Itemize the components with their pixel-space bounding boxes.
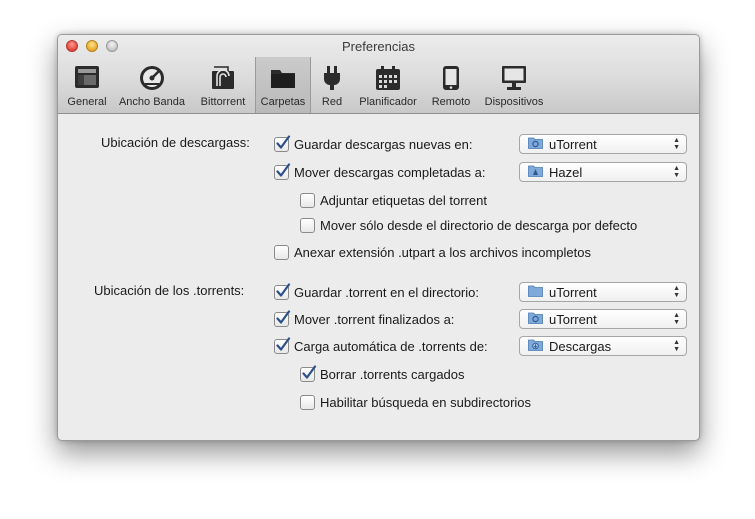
save-new-downloads-checkbox[interactable] xyxy=(274,134,291,152)
popup-arrows-icon: ▲ ▼ xyxy=(673,339,680,353)
tab-label: Dispositivos xyxy=(484,96,544,108)
move-finished-option: Mover .torrent finalizados a: xyxy=(274,309,455,328)
tab-dispositivos[interactable]: Dispositivos xyxy=(479,57,549,113)
folder-icon xyxy=(270,65,296,92)
subdir-search-option: Habilitar búsqueda en subdirectorios xyxy=(300,393,531,411)
popup-value: uTorrent xyxy=(549,136,597,152)
title-bar: Preferencias General Ancho Banda Bittorr… xyxy=(58,35,699,114)
delete-loaded-text: Borrar .torrents cargados xyxy=(320,366,465,382)
tab-planificador[interactable]: Planificador xyxy=(353,57,423,113)
tab-label: Red xyxy=(321,96,343,108)
tab-bittorrent[interactable]: Bittorrent xyxy=(193,57,253,113)
append-extension-option: Anexar extensión .utpart a los archivos … xyxy=(274,243,591,261)
popup-value: uTorrent xyxy=(549,311,597,327)
popup-value: uTorrent xyxy=(549,284,597,300)
append-extension-text: Anexar extensión .utpart a los archivos … xyxy=(294,244,591,260)
folders-pane: Ubicación de descargass: Guardar descarg… xyxy=(58,114,699,440)
torrents-location-label: Ubicación de los .torrents: xyxy=(94,283,245,298)
move-completed-option: Mover descargas completadas a: xyxy=(274,162,486,181)
save-new-downloads-popup[interactable]: uTorrent ▲ ▼ xyxy=(519,134,687,154)
autoload-popup[interactable]: Descargas ▲ ▼ xyxy=(519,336,687,356)
save-torrent-popup[interactable]: uTorrent ▲ ▼ xyxy=(519,282,687,302)
downloads-folder-icon xyxy=(528,338,543,354)
tab-label: Planificador xyxy=(359,96,417,108)
tab-label: Remoto xyxy=(431,96,471,108)
autoload-checkbox[interactable] xyxy=(274,336,291,354)
monitor-icon xyxy=(501,65,527,94)
subdir-search-text: Habilitar búsqueda en subdirectorios xyxy=(320,394,532,410)
move-completed-checkbox[interactable] xyxy=(274,162,291,180)
autoload-text: Carga automática de .torrents de: xyxy=(294,338,488,354)
move-completed-popup[interactable]: Hazel ▲ ▼ xyxy=(519,162,687,182)
popup-value: Hazel xyxy=(549,164,583,180)
attach-labels-option: Adjuntar etiquetas del torrent xyxy=(300,191,487,209)
tab-label: Ancho Banda xyxy=(118,96,186,108)
preferences-window: Preferencias General Ancho Banda Bittorr… xyxy=(57,34,700,441)
move-finished-text: Mover .torrent finalizados a: xyxy=(294,311,455,327)
plug-icon xyxy=(322,65,342,94)
popup-arrows-icon: ▲ ▼ xyxy=(673,165,680,179)
tab-ancho-banda[interactable]: Ancho Banda xyxy=(115,57,189,113)
tab-general[interactable]: General xyxy=(63,57,111,113)
tab-carpetas[interactable]: Carpetas xyxy=(255,57,311,113)
utorrent-folder-icon xyxy=(528,136,543,152)
move-finished-checkbox[interactable] xyxy=(274,309,291,327)
save-new-downloads-text: Guardar descargas nuevas en: xyxy=(294,136,473,152)
popup-arrows-icon: ▲ ▼ xyxy=(673,137,680,151)
append-extension-checkbox[interactable] xyxy=(274,244,289,260)
utorrent-folder-icon xyxy=(528,311,543,327)
save-new-downloads-option: Guardar descargas nuevas en: xyxy=(274,134,473,153)
move-completed-text: Mover descargas completadas a: xyxy=(294,164,486,180)
attach-labels-checkbox[interactable] xyxy=(300,192,315,208)
tab-label: Carpetas xyxy=(260,96,306,108)
popup-arrows-icon: ▲ ▼ xyxy=(673,285,680,299)
plain-folder-icon xyxy=(528,284,543,300)
general-icon xyxy=(74,65,100,92)
move-only-default-text: Mover sólo desde el directorio de descar… xyxy=(320,217,638,233)
delete-loaded-checkbox[interactable] xyxy=(300,364,317,382)
window-title: Preferencias xyxy=(342,39,415,54)
tab-red[interactable]: Red xyxy=(315,57,349,113)
phone-icon xyxy=(442,65,460,94)
downloads-location-label: Ubicación de descargass: xyxy=(101,135,250,150)
move-finished-popup[interactable]: uTorrent ▲ ▼ xyxy=(519,309,687,329)
move-only-default-option: Mover sólo desde el directorio de descar… xyxy=(300,216,637,234)
popup-value: Descargas xyxy=(549,338,612,354)
attach-labels-text: Adjuntar etiquetas del torrent xyxy=(320,192,487,208)
move-only-default-checkbox[interactable] xyxy=(300,217,315,233)
delete-loaded-option: Borrar .torrents cargados xyxy=(300,364,465,383)
calendar-icon xyxy=(375,65,401,94)
popup-arrows-icon: ▲ ▼ xyxy=(673,312,680,326)
tab-label: General xyxy=(67,96,107,108)
hazel-folder-icon xyxy=(528,164,543,180)
tab-label: Bittorrent xyxy=(200,96,246,108)
bittorrent-icon xyxy=(210,65,236,94)
save-torrent-option: Guardar .torrent en el directorio: xyxy=(274,282,479,301)
autoload-option: Carga automática de .torrents de: xyxy=(274,336,488,355)
bandwidth-gauge-icon xyxy=(139,65,165,94)
subdir-search-checkbox[interactable] xyxy=(300,394,315,410)
save-torrent-text: Guardar .torrent en el directorio: xyxy=(294,284,479,300)
tab-remoto[interactable]: Remoto xyxy=(427,57,475,113)
save-torrent-checkbox[interactable] xyxy=(274,282,291,300)
